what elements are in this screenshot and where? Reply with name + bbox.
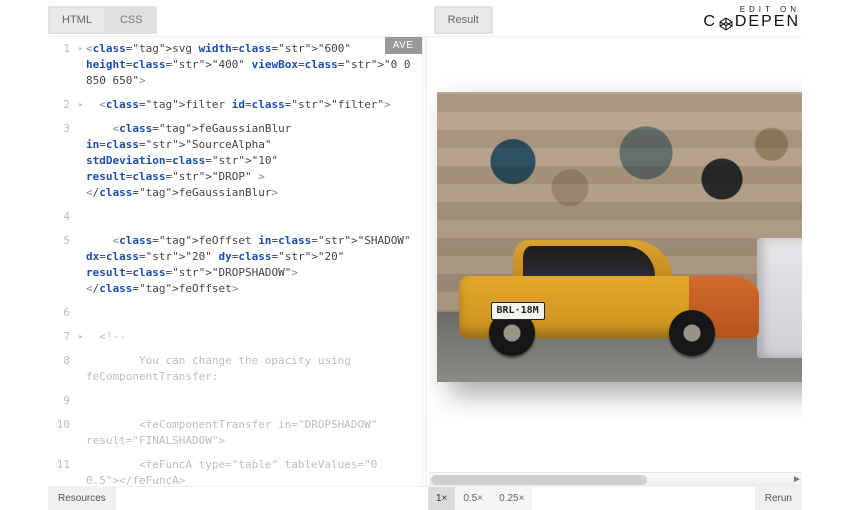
code-content[interactable]: <class="tag">filter id=class="str">"filt… — [86, 93, 422, 117]
codepen-embed: HTML CSS Result EDIT ON C DEP — [0, 0, 850, 510]
code-editor[interactable]: 1▸<class="tag">svg width=class="str">"60… — [48, 37, 422, 486]
line-number: 11 — [48, 453, 76, 486]
result-car: BRL·18M — [459, 246, 759, 356]
fold-toggle — [76, 413, 86, 453]
codepen-cube-icon — [719, 16, 733, 30]
fold-toggle — [76, 453, 86, 486]
line-number: 8 — [48, 349, 76, 389]
code-content[interactable]: <feComponentTransfer in="DROPSHADOW" res… — [86, 413, 422, 453]
topbar: HTML CSS Result EDIT ON C DEP — [48, 6, 802, 36]
fold-toggle — [76, 349, 86, 389]
line-number: 5 — [48, 229, 76, 301]
code-content[interactable]: <!-- — [86, 325, 422, 349]
editor-tabs: HTML CSS — [48, 6, 157, 34]
fold-toggle — [76, 301, 86, 325]
code-line[interactable]: 3 <class="tag">feGaussianBlur in=class="… — [48, 117, 422, 205]
line-number: 1 — [48, 37, 76, 93]
zoom-025x-button[interactable]: 0.25× — [491, 487, 532, 510]
save-badge[interactable]: AVE — [385, 37, 422, 54]
code-line[interactable]: 2▸ <class="tag">filter id=class="str">"f… — [48, 93, 422, 117]
line-number: 7 — [48, 325, 76, 349]
result-pane: BRL·18M ◄ ► — [429, 37, 803, 486]
fold-toggle — [76, 229, 86, 301]
zoom-1x-button[interactable]: 1× — [428, 487, 455, 510]
result-image: BRL·18M — [437, 92, 803, 382]
fold-toggle — [76, 205, 86, 229]
code-content[interactable]: <class="tag">feGaussianBlur in=class="st… — [86, 117, 422, 205]
fold-toggle[interactable]: ▸ — [76, 37, 86, 93]
scrollbar-thumb[interactable] — [431, 475, 648, 485]
license-plate: BRL·18M — [491, 302, 545, 320]
code-line[interactable]: 9 — [48, 389, 422, 413]
zoom-05x-button[interactable]: 0.5× — [455, 487, 491, 510]
code-line[interactable]: 7▸ <!-- — [48, 325, 422, 349]
fold-toggle[interactable]: ▸ — [76, 93, 86, 117]
resources-button[interactable]: Resources — [48, 487, 116, 510]
code-line[interactable]: 8 You can change the opacity using feCom… — [48, 349, 422, 389]
code-content[interactable]: <class="tag">feOffset in=class="str">"SH… — [86, 229, 422, 301]
code-line[interactable]: 4 — [48, 205, 422, 229]
code-content[interactable]: <feFuncA type="table" tableValues="0 0.5… — [86, 453, 422, 486]
zoom-group: 1× 0.5× 0.25× — [428, 487, 532, 510]
code-line[interactable]: 5 <class="tag">feOffset in=class="str">"… — [48, 229, 422, 301]
line-number: 3 — [48, 117, 76, 205]
code-table: 1▸<class="tag">svg width=class="str">"60… — [48, 37, 422, 486]
result-horizontal-scrollbar[interactable]: ◄ ► — [429, 472, 803, 486]
code-line[interactable]: 1▸<class="tag">svg width=class="str">"60… — [48, 37, 422, 93]
code-line[interactable]: 6 — [48, 301, 422, 325]
code-content[interactable] — [86, 389, 422, 413]
code-line[interactable]: 10 <feComponentTransfer in="DROPSHADOW" … — [48, 413, 422, 453]
bottombar: Resources 1× 0.5× 0.25× Rerun — [48, 486, 802, 510]
codepen-logo-left: C — [703, 14, 717, 31]
fold-toggle — [76, 389, 86, 413]
result-area: BRL·18M ◄ ► — [429, 37, 803, 486]
line-number: 9 — [48, 389, 76, 413]
code-content[interactable]: <class="tag">svg width=class="str">"600"… — [86, 37, 422, 93]
scroll-right-icon[interactable]: ► — [792, 475, 802, 485]
line-number: 6 — [48, 301, 76, 325]
main-panes: AVE 1▸<class="tag">svg width=class="str"… — [48, 36, 802, 486]
tab-html[interactable]: HTML — [50, 8, 104, 32]
codepen-branding[interactable]: EDIT ON C DEPEN — [703, 6, 802, 31]
line-number: 2 — [48, 93, 76, 117]
codepen-logo: C DEPEN — [703, 14, 800, 31]
fold-toggle — [76, 117, 86, 205]
line-number: 10 — [48, 413, 76, 453]
code-content[interactable] — [86, 301, 422, 325]
code-line[interactable]: 11 <feFuncA type="table" tableValues="0 … — [48, 453, 422, 486]
fold-toggle[interactable]: ▸ — [76, 325, 86, 349]
code-pane: AVE 1▸<class="tag">svg width=class="str"… — [48, 37, 423, 486]
tab-result[interactable]: Result — [436, 8, 491, 32]
rerun-button[interactable]: Rerun — [755, 487, 802, 510]
codepen-logo-right: DEPEN — [735, 14, 800, 31]
tab-css[interactable]: CSS — [108, 8, 155, 32]
line-number: 4 — [48, 205, 76, 229]
result-tabs: Result — [434, 6, 493, 34]
code-content[interactable]: You can change the opacity using feCompo… — [86, 349, 422, 389]
code-content[interactable] — [86, 205, 422, 229]
